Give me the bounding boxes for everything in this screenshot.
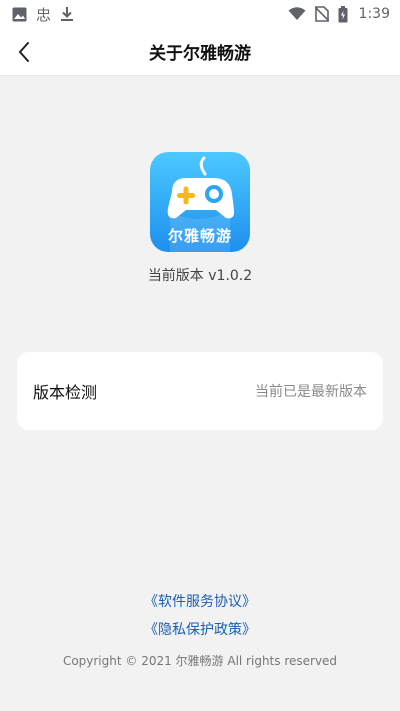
battery-icon [338,5,348,23]
version-check-row[interactable]: 版本检测 当前已是最新版本 [17,352,383,430]
status-time: 1:39 [358,6,390,22]
no-sim-icon [314,6,329,22]
download-icon [60,6,74,22]
version-check-status: 当前已是最新版本 [255,384,367,400]
header-bar: 关于尔雅畅游 [0,28,400,76]
back-button[interactable] [8,36,40,68]
status-bar: 忠 1:39 [0,0,400,28]
image-icon [12,7,27,22]
status-right: 1:39 [288,5,390,23]
app-logo: 尔雅畅游 [150,152,250,252]
chevron-left-icon [18,42,29,62]
wifi-icon [288,7,306,21]
status-left: 忠 [12,4,74,25]
version-check-label: 版本检测 [33,383,98,402]
page-title: 关于尔雅畅游 [149,44,251,64]
copyright-text: Copyright © 2021 尔雅畅游 All rights reserve… [62,654,338,668]
about-screen: 忠 1:39 关于尔雅畅游 尔雅畅游 当前版本 v1.0.2 版本检测 当前已是… [0,0,400,711]
terms-link[interactable]: 《软件服务协议》 [0,591,400,611]
app-notification-icon: 忠 [36,5,52,24]
privacy-link[interactable]: 《隐私保护政策》 [0,619,400,639]
logo-text: 尔雅畅游 [167,227,232,245]
version-text: 当前版本 v1.0.2 [147,268,253,284]
